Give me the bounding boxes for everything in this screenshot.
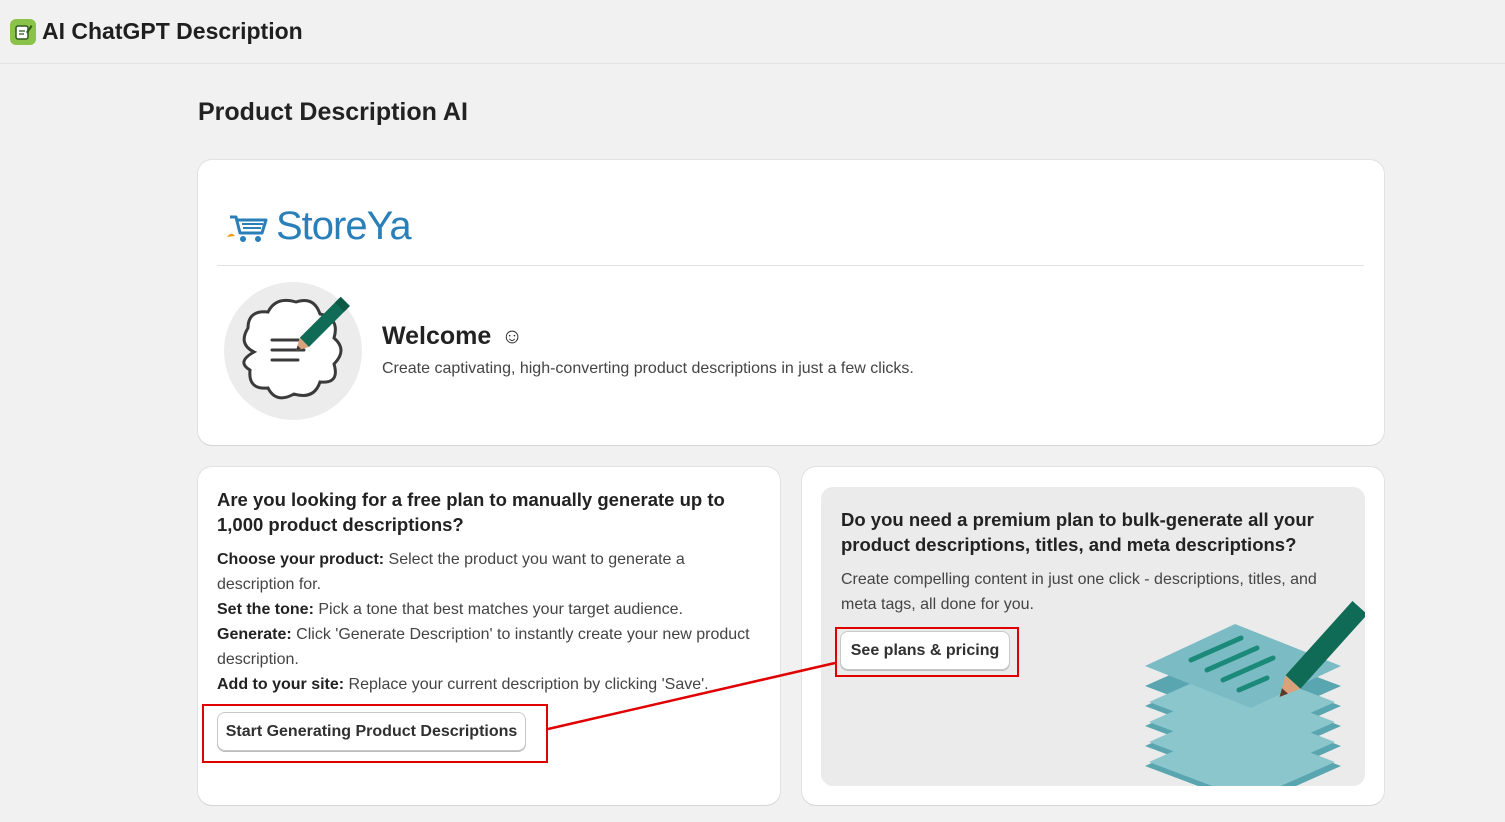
free-plan-title: Are you looking for a free plan to manua… xyxy=(217,489,725,535)
step-label: Add to your site: xyxy=(217,676,345,693)
app-title: AI ChatGPT Description xyxy=(42,18,303,44)
step-label: Choose your product: xyxy=(217,551,385,568)
welcome-subtitle: Create captivating, high-converting prod… xyxy=(382,360,914,377)
welcome-card: StoreYa Welcome ☺ Create captivating, hi… xyxy=(198,160,1384,445)
shopping-cart-icon xyxy=(227,215,268,242)
cloud-pencil-illustration xyxy=(224,282,362,420)
step-text: Pick a tone that best matches your targe… xyxy=(313,601,683,618)
step-item: Generate: Click 'Generate Description' t… xyxy=(217,622,765,672)
welcome-title: Welcome xyxy=(382,322,492,350)
highlight-start-button xyxy=(202,704,548,763)
highlight-plans-button xyxy=(835,627,1019,677)
premium-plan-title: Do you need a premium plan to bulk-gener… xyxy=(841,509,1314,555)
steps-list: Choose your product: Select the product … xyxy=(217,547,765,697)
step-text: Replace your current description by clic… xyxy=(344,676,709,693)
page-title: Product Description AI xyxy=(198,98,468,126)
step-text: Click 'Generate Description' to instantl… xyxy=(217,626,750,668)
divider xyxy=(217,265,1364,266)
app-header: AI ChatGPT Description xyxy=(0,0,1505,64)
step-item: Set the tone: Pick a tone that best matc… xyxy=(217,597,765,622)
storeya-logo: StoreYa xyxy=(226,204,412,249)
step-item: Choose your product: Select the product … xyxy=(217,547,765,597)
smile-icon: ☺ xyxy=(501,324,523,348)
step-item: Add to your site: Replace your current d… xyxy=(217,672,765,697)
logo-text: StoreYa xyxy=(276,204,412,248)
step-label: Generate: xyxy=(217,626,292,643)
paper-stack-pencil-illustration xyxy=(1145,600,1365,786)
step-label: Set the tone: xyxy=(217,601,314,618)
notepad-pencil-icon xyxy=(10,18,36,45)
welcome-heading: Welcome ☺ xyxy=(382,322,523,351)
